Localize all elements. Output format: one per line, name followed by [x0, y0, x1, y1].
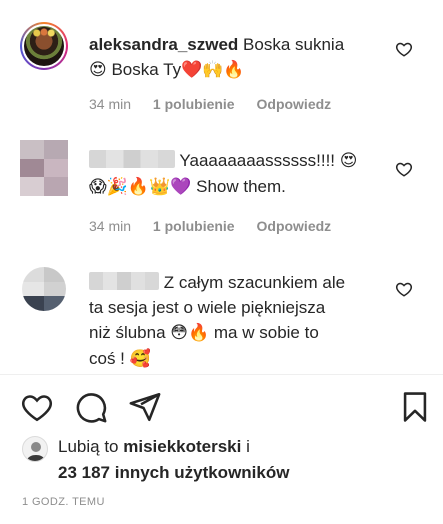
comment-username[interactable]: aleksandra_szwed: [89, 35, 238, 54]
comment-username-redacted[interactable]: [89, 272, 159, 290]
comment-time: 34 min: [89, 96, 132, 112]
comment-likes[interactable]: 1 polubienie: [153, 218, 235, 234]
commenter-avatar[interactable]: [20, 22, 68, 70]
reply-button[interactable]: Odpowiedz: [257, 218, 332, 234]
liker-avatar[interactable]: [22, 436, 48, 462]
like-comment-heart-icon[interactable]: [395, 160, 413, 178]
reply-button[interactable]: Odpowiedz: [257, 96, 332, 112]
like-comment-heart-icon[interactable]: [395, 280, 413, 298]
comment-text: Z całym szacunkiem ale ta sesja jest o w…: [89, 272, 346, 369]
post-timestamp: 1 GODZ. TEMU: [22, 496, 105, 508]
comment-text: aleksandra_szwed Boska suknia 😍 Boska Ty…: [89, 35, 345, 80]
comment-time: 34 min: [89, 218, 132, 234]
divider: [0, 374, 443, 375]
commenter-avatar[interactable]: [20, 140, 68, 196]
comment-meta: 34 min 1 polubienie Odpowiedz: [89, 218, 349, 234]
commenter-avatar[interactable]: [22, 267, 70, 315]
share-icon[interactable]: [128, 390, 162, 424]
like-comment-heart-icon[interactable]: [395, 40, 413, 58]
other-likers-link[interactable]: 23 187 innych użytkowników: [58, 463, 289, 482]
comment-icon[interactable]: [74, 390, 108, 424]
comment-text: Yaaaaaaaassssss!!!! 😍 😱🎉🔥👑💜 Show them.: [89, 150, 358, 197]
comment-likes[interactable]: 1 polubienie: [153, 96, 235, 112]
comment-meta: 34 min 1 polubienie Odpowiedz: [89, 96, 349, 112]
liker-username[interactable]: misiekkoterski: [123, 437, 241, 456]
heart-icon[interactable]: [20, 390, 54, 424]
likes-text: Lubią to misiekkoterski i 23 187 innych …: [58, 437, 290, 482]
bookmark-icon[interactable]: [398, 390, 432, 424]
comment-username-redacted[interactable]: [89, 150, 175, 168]
